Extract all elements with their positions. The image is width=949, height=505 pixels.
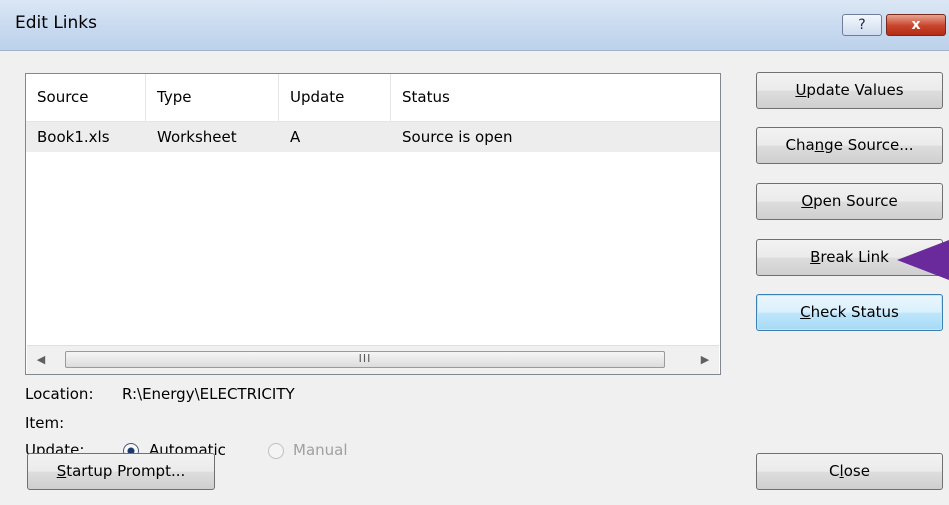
location-value: R:\Energy\ELECTRICITY xyxy=(122,385,295,403)
cell-update: A xyxy=(290,128,301,146)
manual-radio-label: Manual xyxy=(293,441,348,459)
column-header-status[interactable]: Status xyxy=(391,74,720,121)
cell-status: Source is open xyxy=(402,128,513,146)
update-values-button[interactable]: Update Values xyxy=(756,72,943,109)
help-icon: ? xyxy=(858,17,866,33)
close-button[interactable]: Close xyxy=(756,453,943,490)
window-close-button[interactable]: x xyxy=(886,14,946,36)
check-status-button[interactable]: Check Status xyxy=(756,294,943,331)
column-header-update[interactable]: Update xyxy=(279,74,391,121)
change-source-button[interactable]: Change Source... xyxy=(756,127,943,164)
edit-links-dialog: Edit Links ? x Source Type Update Status… xyxy=(0,0,949,505)
pointer-arrow-icon xyxy=(897,240,949,280)
column-header-type[interactable]: Type xyxy=(146,74,279,121)
links-list[interactable]: Source Type Update Status Book1.xls Work… xyxy=(25,73,721,375)
scroll-left-icon[interactable]: ◀ xyxy=(27,346,55,374)
dialog-title: Edit Links xyxy=(15,13,97,33)
cell-source: Book1.xls xyxy=(37,128,110,146)
scroll-right-icon[interactable]: ▶ xyxy=(691,346,719,374)
location-label: Location: xyxy=(25,385,94,403)
help-button[interactable]: ? xyxy=(842,14,882,36)
grip-icon: III xyxy=(358,352,372,365)
scroll-thumb[interactable]: III xyxy=(65,351,665,368)
title-bar: Edit Links ? x xyxy=(0,0,949,51)
close-icon: x xyxy=(911,17,921,33)
manual-radio xyxy=(268,443,284,459)
cell-type: Worksheet xyxy=(157,128,237,146)
column-header-source[interactable]: Source xyxy=(26,74,146,121)
item-label: Item: xyxy=(25,414,65,432)
list-header: Source Type Update Status xyxy=(26,74,720,122)
list-row[interactable]: Book1.xls Worksheet A Source is open xyxy=(26,122,720,152)
horizontal-scrollbar[interactable]: ◀ III ▶ xyxy=(27,345,719,374)
startup-prompt-button[interactable]: Startup Prompt... xyxy=(27,453,215,490)
open-source-button[interactable]: Open Source xyxy=(756,183,943,220)
